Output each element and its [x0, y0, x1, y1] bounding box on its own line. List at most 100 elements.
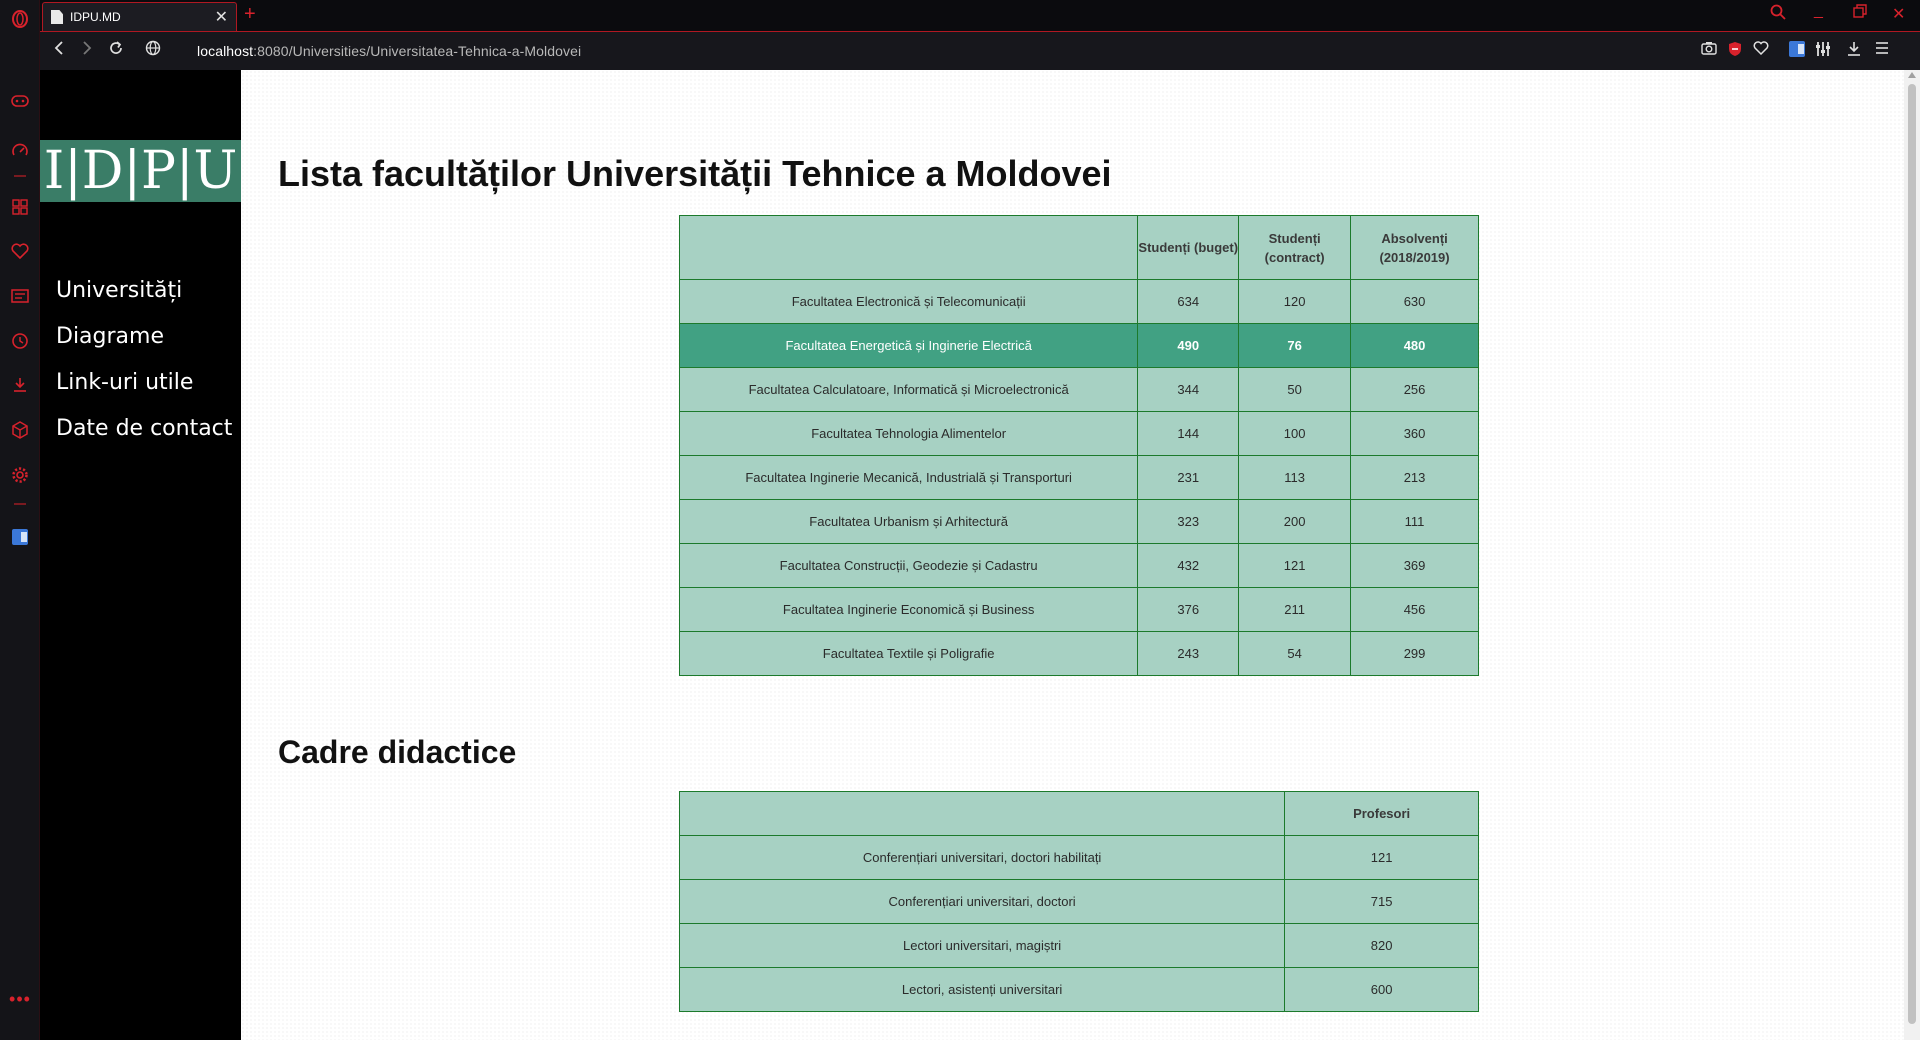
extensions-grid-icon[interactable] [9, 196, 31, 218]
extension-translator-icon[interactable] [1789, 41, 1805, 60]
scrollbar-thumb[interactable] [1908, 84, 1916, 1024]
studenti-contract: 120 [1238, 279, 1352, 324]
tab-strip: IDPU.MD ✕ + _ ✕ [40, 0, 1920, 31]
position-name: Lectori, asistenți universitari [678, 967, 1286, 1012]
position-name: Conferențiari universitari, doctori [678, 879, 1286, 924]
faculty-name: Facultatea Inginerie Economică și Busine… [678, 587, 1139, 632]
forward-arrow-icon[interactable] [80, 40, 94, 61]
menu-hamburger-icon[interactable] [1874, 41, 1890, 58]
faculty-name: Facultatea Electronică și Telecomunicați… [678, 279, 1139, 324]
easy-setup-sliders-icon[interactable] [1815, 41, 1831, 60]
table-row: Lectori, asistenți universitari 600 [678, 967, 1479, 1012]
url-field[interactable]: localhost:8080/Universities/Universitate… [197, 43, 581, 59]
gx-control-icon[interactable] [9, 90, 31, 112]
header-absolventi: Absolvenți (2018/2019) [1350, 215, 1479, 280]
faculty-name: Facultatea Inginerie Mecanică, Industria… [678, 455, 1139, 500]
absolventi: 480 [1350, 323, 1479, 368]
header-faculty [678, 215, 1139, 280]
studenti-contract: 76 [1238, 323, 1352, 368]
header-studenti-contract: Studenți (contract) [1238, 215, 1352, 280]
minimize-window-icon[interactable]: _ [1814, 2, 1823, 20]
table-row-hovered[interactable]: Facultatea Energetică și Inginerie Elect… [678, 323, 1479, 368]
studenti-buget: 344 [1137, 367, 1240, 412]
position-count: 715 [1284, 879, 1479, 924]
page-viewport: I|D|P|U Universități Diagrame Link-uri u… [40, 70, 1920, 1040]
position-name: Conferențiari universitari, doctori habi… [678, 835, 1286, 880]
studenti-contract: 50 [1238, 367, 1352, 412]
cube-icon[interactable] [9, 419, 31, 441]
snapshot-camera-icon[interactable] [1701, 41, 1717, 58]
menu-item-date-de-contact[interactable]: Date de contact [56, 414, 232, 460]
faculty-name: Facultatea Calculatoare, Informatică și … [678, 367, 1139, 412]
studenti-buget: 634 [1137, 279, 1240, 324]
studenti-contract: 100 [1238, 411, 1352, 456]
studenti-buget: 432 [1137, 543, 1240, 588]
speed-dial-icon[interactable] [9, 140, 31, 162]
settings-gear-icon[interactable] [9, 464, 31, 486]
studenti-contract: 54 [1238, 631, 1352, 676]
site-info-globe-icon[interactable] [145, 40, 161, 61]
absolventi: 369 [1350, 543, 1479, 588]
menu-item-universitati[interactable]: Universități [56, 276, 232, 322]
back-arrow-icon[interactable] [52, 40, 66, 61]
absolventi: 111 [1350, 499, 1479, 544]
reload-icon[interactable] [108, 40, 124, 61]
tab-title: IDPU.MD [70, 10, 121, 24]
opera-menu-icon[interactable] [9, 8, 31, 30]
studenti-buget: 376 [1137, 587, 1240, 632]
absolventi: 630 [1350, 279, 1479, 324]
table-row: Facultatea Tehnologia Alimentelor 144 10… [678, 411, 1479, 456]
history-clock-icon[interactable] [9, 330, 31, 352]
heart-icon[interactable] [9, 240, 31, 262]
bookmark-heart-icon[interactable] [1753, 41, 1769, 58]
restore-window-icon[interactable] [1853, 4, 1867, 23]
header-position [678, 791, 1286, 836]
close-window-icon[interactable]: ✕ [1892, 4, 1905, 24]
translator-icon[interactable] [9, 526, 31, 548]
download-icon[interactable] [9, 374, 31, 396]
position-count: 121 [1284, 835, 1479, 880]
studenti-contract: 113 [1238, 455, 1352, 500]
more-options-icon[interactable]: ••• [9, 988, 31, 1010]
table-row: Conferențiari universitari, doctori 715 [678, 879, 1479, 924]
absolventi: 256 [1350, 367, 1479, 412]
studenti-buget: 231 [1137, 455, 1240, 500]
studenti-buget: 144 [1137, 411, 1240, 456]
menu-item-link-uri-utile[interactable]: Link-uri utile [56, 368, 232, 414]
faculties-table: Studenți (buget) Studenți (contract) Abs… [678, 215, 1479, 676]
studenti-buget: 243 [1137, 631, 1240, 676]
downloads-icon[interactable] [1846, 41, 1862, 60]
adblock-shield-icon[interactable] [1728, 41, 1742, 60]
staff-section-title: Cadre didactice [278, 734, 517, 770]
tab-active[interactable]: IDPU.MD ✕ [42, 2, 237, 31]
close-tab-icon[interactable]: ✕ [215, 7, 228, 27]
studenti-buget: 323 [1137, 499, 1240, 544]
table-row: Facultatea Construcții, Geodezie și Cada… [678, 543, 1479, 588]
studenti-contract: 211 [1238, 587, 1352, 632]
menu-item-diagrame[interactable]: Diagrame [56, 322, 232, 368]
table-row: Facultatea Inginerie Mecanică, Industria… [678, 455, 1479, 500]
absolventi: 360 [1350, 411, 1479, 456]
table-row: Facultatea Electronică și Telecomunicați… [678, 279, 1479, 324]
scroll-up-arrow-icon[interactable] [1908, 72, 1916, 78]
studenti-buget: 490 [1137, 323, 1240, 368]
table-row: Facultatea Textile și Poligrafie 243 54 … [678, 631, 1479, 676]
header-studenti-buget: Studenți (buget) [1137, 215, 1240, 280]
new-tab-plus-icon[interactable]: + [244, 3, 256, 26]
table-header-row: Studenți (buget) Studenți (contract) Abs… [678, 215, 1479, 280]
page-title: Lista facultăților Universității Tehnice… [278, 153, 1112, 194]
search-tabs-icon[interactable] [1770, 4, 1786, 25]
faculty-name: Facultatea Tehnologia Alimentelor [678, 411, 1139, 456]
absolventi: 299 [1350, 631, 1479, 676]
absolventi: 456 [1350, 587, 1479, 632]
rail-separator [14, 503, 26, 505]
studenti-contract: 121 [1238, 543, 1352, 588]
news-icon[interactable] [9, 285, 31, 307]
position-count: 600 [1284, 967, 1479, 1012]
faculty-name: Facultatea Urbanism și Arhitectură [678, 499, 1139, 544]
browser-sidebar: ••• [0, 0, 40, 1040]
position-name: Lectori universitari, magiștri [678, 923, 1286, 968]
site-logo[interactable]: I|D|P|U [40, 140, 241, 202]
page-scrollbar[interactable] [1904, 70, 1920, 1040]
position-count: 820 [1284, 923, 1479, 968]
